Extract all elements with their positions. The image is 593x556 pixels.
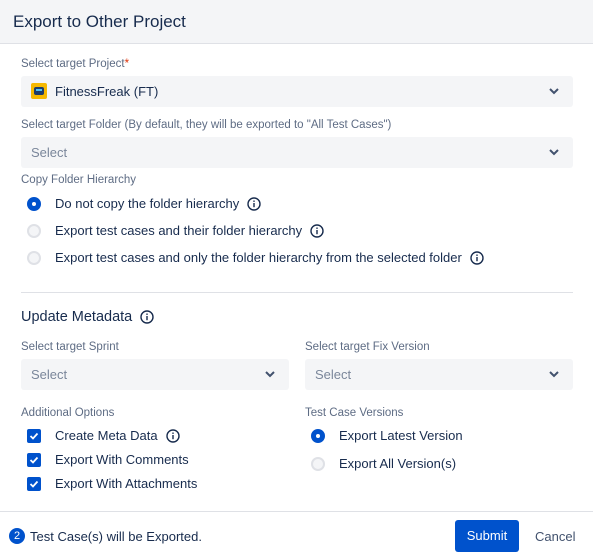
create-meta-data-option[interactable]: Create Meta Data bbox=[27, 428, 180, 443]
dialog-header: Export to Other Project bbox=[0, 0, 593, 44]
hierarchy-option-with-hierarchy[interactable]: Export test cases and their folder hiera… bbox=[27, 223, 324, 238]
project-select-value: FitnessFreak (FT) bbox=[55, 84, 159, 99]
option-label: Export With Attachments bbox=[55, 476, 198, 491]
fix-version-label: Select target Fix Version bbox=[305, 341, 430, 353]
hierarchy-label: Copy Folder Hierarchy bbox=[21, 174, 137, 186]
hierarchy-option-selected-folder[interactable]: Export test cases and only the folder hi… bbox=[27, 250, 484, 265]
info-icon[interactable] bbox=[247, 196, 261, 211]
folder-select[interactable]: Select bbox=[21, 137, 573, 168]
chevron-down-icon bbox=[265, 371, 275, 378]
hierarchy-option-label: Export test cases and only the folder hi… bbox=[55, 250, 462, 265]
hierarchy-option-no-copy[interactable]: Do not copy the folder hierarchy bbox=[27, 196, 261, 211]
test-case-versions-label: Test Case Versions bbox=[305, 407, 404, 419]
section-divider bbox=[21, 292, 573, 293]
export-latest-version-option[interactable]: Export Latest Version bbox=[311, 428, 463, 443]
submit-button[interactable]: Submit bbox=[455, 520, 519, 552]
folder-label: Select target Folder (By default, they w… bbox=[21, 119, 392, 131]
dialog-footer: 2 Test Case(s) will be Exported. Submit … bbox=[0, 511, 593, 556]
fix-version-select-placeholder: Select bbox=[315, 367, 352, 382]
info-icon[interactable] bbox=[470, 250, 484, 265]
checkbox-checked[interactable] bbox=[27, 476, 41, 491]
chevron-down-icon bbox=[549, 149, 559, 156]
checkbox-checked[interactable] bbox=[27, 452, 41, 467]
additional-options-label: Additional Options bbox=[21, 407, 115, 419]
sprint-label: Select target Sprint bbox=[21, 341, 119, 353]
export-all-versions-option[interactable]: Export All Version(s) bbox=[311, 456, 456, 471]
radio-selected[interactable] bbox=[311, 428, 325, 443]
project-select[interactable]: FitnessFreak (FT) bbox=[21, 76, 573, 107]
sprint-select-placeholder: Select bbox=[31, 367, 68, 382]
export-count-text: Test Case(s) will be Exported. bbox=[30, 529, 202, 544]
option-label: Export Latest Version bbox=[339, 428, 463, 443]
info-icon[interactable] bbox=[310, 223, 324, 238]
project-avatar-icon bbox=[31, 83, 47, 99]
cancel-button[interactable]: Cancel bbox=[535, 529, 575, 544]
fix-version-select[interactable]: Select bbox=[305, 359, 573, 390]
project-label: Select target Project* bbox=[21, 58, 130, 70]
metadata-title: Update Metadata bbox=[21, 309, 154, 325]
checkbox-checked[interactable] bbox=[27, 428, 41, 443]
hierarchy-option-label: Do not copy the folder hierarchy bbox=[55, 196, 240, 211]
required-mark: * bbox=[124, 58, 130, 70]
radio-unselected[interactable] bbox=[27, 250, 41, 265]
count-badge: 2 bbox=[9, 528, 25, 544]
radio-selected[interactable] bbox=[27, 196, 41, 211]
export-with-comments-option[interactable]: Export With Comments bbox=[27, 452, 189, 467]
hierarchy-option-label: Export test cases and their folder hiera… bbox=[55, 223, 303, 238]
folder-select-placeholder: Select bbox=[31, 145, 68, 160]
chevron-down-icon bbox=[549, 88, 559, 95]
radio-unselected[interactable] bbox=[311, 456, 325, 471]
sprint-select[interactable]: Select bbox=[21, 359, 289, 390]
option-label: Export All Version(s) bbox=[339, 456, 457, 471]
option-label: Create Meta Data bbox=[55, 428, 158, 443]
export-with-attachments-option[interactable]: Export With Attachments bbox=[27, 476, 197, 491]
info-icon[interactable] bbox=[140, 310, 154, 324]
dialog-title: Export to Other Project bbox=[13, 12, 186, 31]
radio-unselected[interactable] bbox=[27, 223, 41, 238]
option-label: Export With Comments bbox=[55, 452, 189, 467]
info-icon[interactable] bbox=[165, 428, 180, 443]
chevron-down-icon bbox=[549, 371, 559, 378]
